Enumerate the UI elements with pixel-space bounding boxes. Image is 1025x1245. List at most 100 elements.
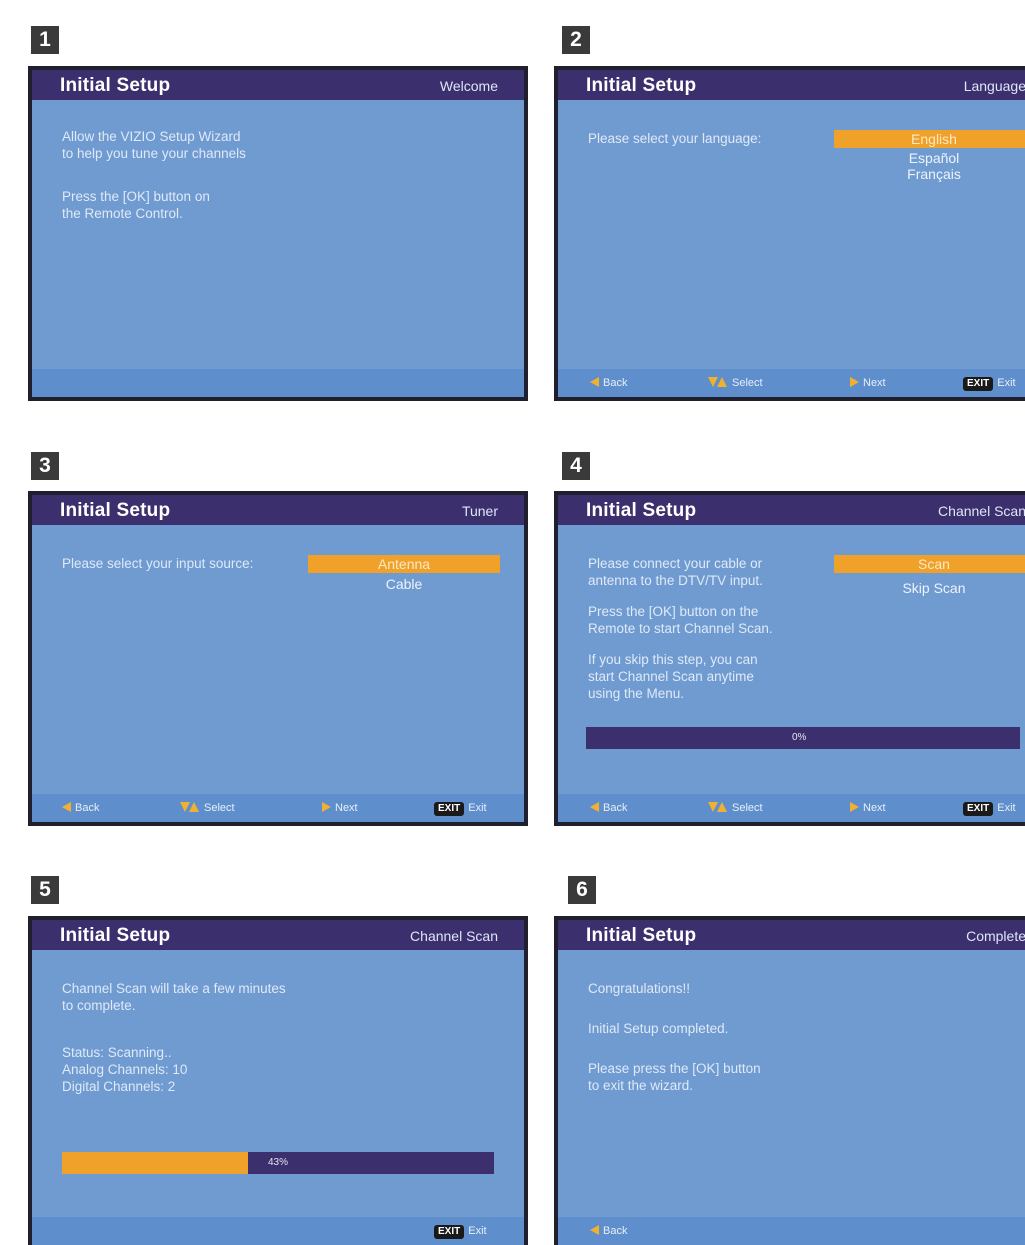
screen-header: Initial Setup Channel Scan [32,920,524,950]
back-label: Back [603,802,628,814]
congratulations-text: Congratulations!! [588,981,691,996]
scan-status-text: Status: Scanning.. Analog Channels: 10 D… [62,1045,188,1094]
scan-progress-label: 43% [268,1157,289,1168]
instruction-text: Press the [OK] button on the Remote Cont… [62,189,210,221]
screen-page-name: Language [963,78,1025,94]
exit-instruction-text: Please press the [OK] button to exit the… [588,1061,761,1093]
right-arrow-icon [850,377,859,387]
screen-header: Initial Setup Channel Scan [558,495,1025,525]
option-francais[interactable]: Français [834,166,1025,182]
left-arrow-icon [62,802,71,812]
screen-page-name: Tuner [461,503,498,519]
scan-progress-label: 0% [792,732,807,743]
screen-panel: Initial Setup Tuner Please select your i… [32,495,524,822]
footer-back[interactable]: Back [62,801,99,815]
screen-panel: Initial Setup Language Please select you… [558,70,1025,397]
screen-footer: Back Select Next EXIT Exit [558,794,1025,822]
scan-progress-fill [62,1152,248,1174]
exit-label: Exit [997,377,1016,389]
select-label: Select [732,802,763,814]
up-down-arrows-icon [708,377,727,387]
setup-screen-language: Initial Setup Language Please select you… [554,66,1025,401]
screen-page-name: Channel Scan [938,503,1025,519]
screen-page-name: Complete [966,928,1025,944]
screen-title: Initial Setup [586,500,697,521]
screen-header: Initial Setup Language [558,70,1025,100]
option-skip-scan[interactable]: Skip Scan [834,579,1025,597]
setup-screen-complete: Initial Setup Complete Congratulations!!… [554,916,1025,1245]
select-label: Select [732,377,763,389]
footer-select[interactable]: Select [708,801,763,815]
screen-footer: Back Select Next EXIT Exit [558,369,1025,397]
footer-exit[interactable]: EXIT Exit [434,801,487,816]
exit-key-icon: EXIT [434,1225,465,1239]
footer-next[interactable]: Next [322,801,358,815]
footer-exit[interactable]: EXIT Exit [963,376,1016,391]
footer-next[interactable]: Next [850,801,886,815]
option-english[interactable]: English [834,130,1025,148]
completed-text: Initial Setup completed. [588,1021,729,1036]
connect-text: Please connect your cable or antenna to … [588,556,763,588]
footer-exit[interactable]: EXIT Exit [963,801,1016,816]
input-source-prompt: Please select your input source: [62,556,254,571]
language-prompt: Please select your language: [588,131,762,146]
option-cable[interactable]: Cable [308,575,500,593]
scan-duration-text: Channel Scan will take a few minutes to … [62,981,286,1013]
option-scan[interactable]: Scan [834,555,1025,573]
step-number-3: 3 [31,452,59,480]
screen-title: Initial Setup [60,925,171,946]
screen-panel: Initial Setup Welcome Allow the VIZIO Se… [32,70,524,397]
screen-panel: Initial Setup Complete Congratulations!!… [558,920,1025,1245]
screen-footer: Back Select Next EXIT Exit [32,794,524,822]
exit-label: Exit [468,802,487,814]
setup-screen-channel-scan: Initial Setup Channel Scan Please connec… [554,491,1025,826]
setup-screen-tuner: Initial Setup Tuner Please select your i… [28,491,528,826]
footer-back[interactable]: Back [590,801,627,815]
right-arrow-icon [850,802,859,812]
screen-header: Initial Setup Complete [558,920,1025,950]
footer-select[interactable]: Select [708,376,763,390]
left-arrow-icon [590,377,599,387]
screen-title: Initial Setup [586,75,697,96]
setup-screen-welcome: Initial Setup Welcome Allow the VIZIO Se… [28,66,528,401]
next-label: Next [863,802,886,814]
back-label: Back [603,377,628,389]
option-antenna[interactable]: Antenna [308,555,500,573]
exit-key-icon: EXIT [963,802,994,816]
skip-info-text: If you skip this step, you can start Cha… [588,652,758,701]
step-number-4: 4 [562,452,590,480]
exit-label: Exit [468,1225,487,1237]
step-number-5: 5 [31,876,59,904]
select-label: Select [204,802,235,814]
next-label: Next [335,802,358,814]
option-espanol[interactable]: Español [834,150,1025,166]
up-down-arrows-icon [180,802,199,812]
screen-page-name: Welcome [439,78,498,94]
press-ok-text: Press the [OK] button on the Remote to s… [588,604,773,636]
welcome-text: Allow the VIZIO Setup Wizard to help you… [62,129,246,161]
screen-panel: Initial Setup Channel Scan Channel Scan … [32,920,524,1245]
screen-footer [32,369,524,397]
left-arrow-icon [590,1225,599,1235]
exit-key-icon: EXIT [963,377,994,391]
screen-title: Initial Setup [60,75,171,96]
footer-select[interactable]: Select [180,801,235,815]
up-down-arrows-icon [708,802,727,812]
screen-page-name: Channel Scan [410,928,498,944]
screen-header: Initial Setup Welcome [32,70,524,100]
scan-progress-bar: 0% [586,727,1020,749]
exit-label: Exit [997,802,1016,814]
back-label: Back [603,1225,628,1237]
screen-footer: Back [558,1217,1025,1245]
setup-screen-scanning: Initial Setup Channel Scan Channel Scan … [28,916,528,1245]
screen-title: Initial Setup [586,925,697,946]
footer-next[interactable]: Next [850,376,886,390]
step-number-1: 1 [31,26,59,54]
footer-back[interactable]: Back [590,376,627,390]
screen-title: Initial Setup [60,500,171,521]
footer-exit[interactable]: EXIT Exit [434,1224,487,1239]
back-label: Back [75,802,100,814]
footer-back[interactable]: Back [590,1224,627,1238]
exit-key-icon: EXIT [434,802,465,816]
next-label: Next [863,377,886,389]
